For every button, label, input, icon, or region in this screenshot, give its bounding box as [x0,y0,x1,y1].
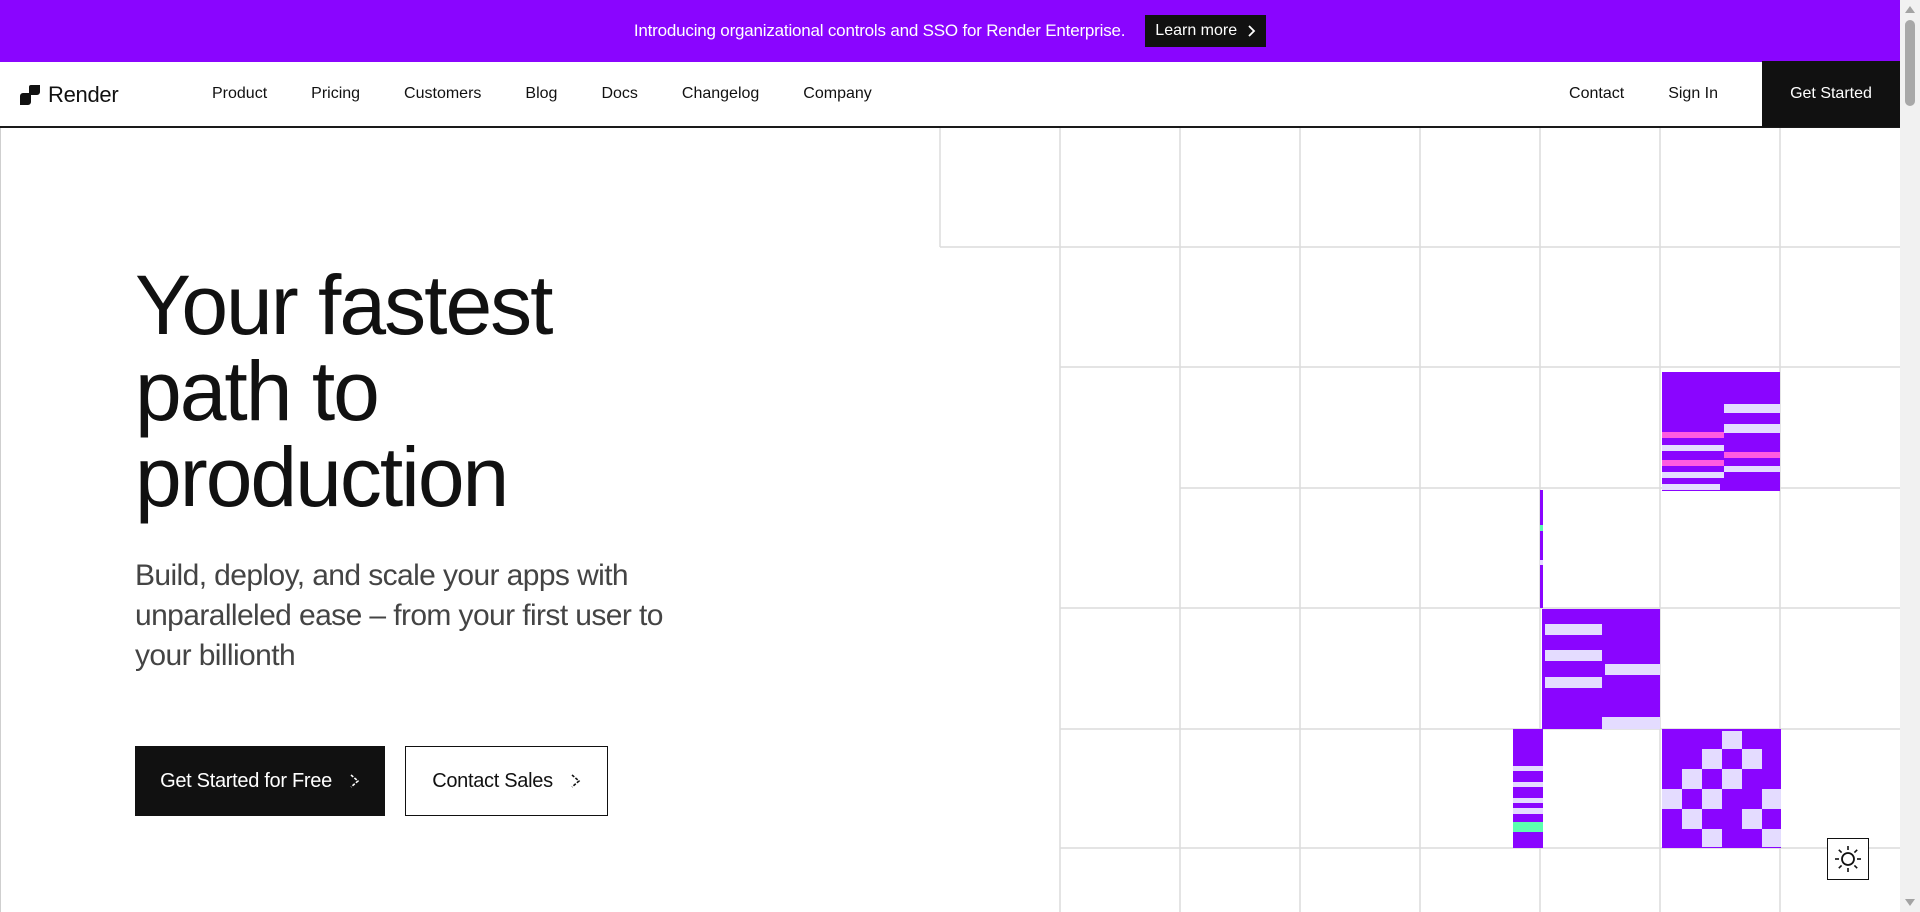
hero-subtitle: Build, deploy, and scale your apps with … [135,559,663,672]
nav-link-docs[interactable]: Docs [579,85,659,103]
learn-more-label: Learn more [1155,22,1238,39]
page-scrollbar[interactable] [1900,0,1920,912]
primary-nav-links: Product Pricing Customers Blog Docs Chan… [212,62,894,126]
get-started-free-label: Get Started for Free [160,769,332,792]
nav-link-company[interactable]: Company [781,85,893,103]
hero-title-line-1: Your fastest [135,258,554,352]
theme-toggle-button[interactable] [1827,838,1869,880]
nav-link-pricing[interactable]: Pricing [289,85,382,103]
contact-sales-label: Contact Sales [432,769,553,792]
hero-title-line-3: production [135,430,509,524]
render-logo[interactable]: Render [20,82,119,108]
top-navigation: Render Product Pricing Customers Blog Do… [0,61,1900,128]
get-started-button[interactable]: Get Started [1762,61,1900,127]
chevron-right-icon [571,774,581,788]
sign-in-link[interactable]: Sign In [1646,85,1740,103]
scroll-up-arrow-icon[interactable] [1905,6,1915,13]
contact-sales-button[interactable]: Contact Sales [405,746,608,816]
nav-link-changelog[interactable]: Changelog [660,85,781,103]
chevron-right-icon [350,774,360,788]
hero-title-line-2: path to [135,344,380,438]
nav-link-product[interactable]: Product [212,85,289,103]
sun-icon [1835,846,1861,872]
scroll-down-arrow-icon[interactable] [1905,899,1915,906]
announcement-banner: Introducing organizational controls and … [0,0,1900,62]
get-started-free-button[interactable]: Get Started for Free [135,746,385,816]
logo-text: Render [48,82,119,107]
nav-link-contact[interactable]: Contact [1547,85,1646,103]
page-left-border [0,128,1,912]
banner-text: Introducing organizational controls and … [633,21,1126,40]
learn-more-button[interactable]: Learn more [1145,15,1267,47]
nav-link-customers[interactable]: Customers [382,85,503,103]
chevron-right-icon [1248,25,1256,37]
scrollbar-thumb[interactable] [1905,20,1915,106]
hero-title: Your fastest path to production [135,262,695,520]
render-logo-icon [20,85,40,105]
secondary-nav: Contact Sign In Get Started [1547,61,1900,127]
nav-link-blog[interactable]: Blog [503,85,579,103]
